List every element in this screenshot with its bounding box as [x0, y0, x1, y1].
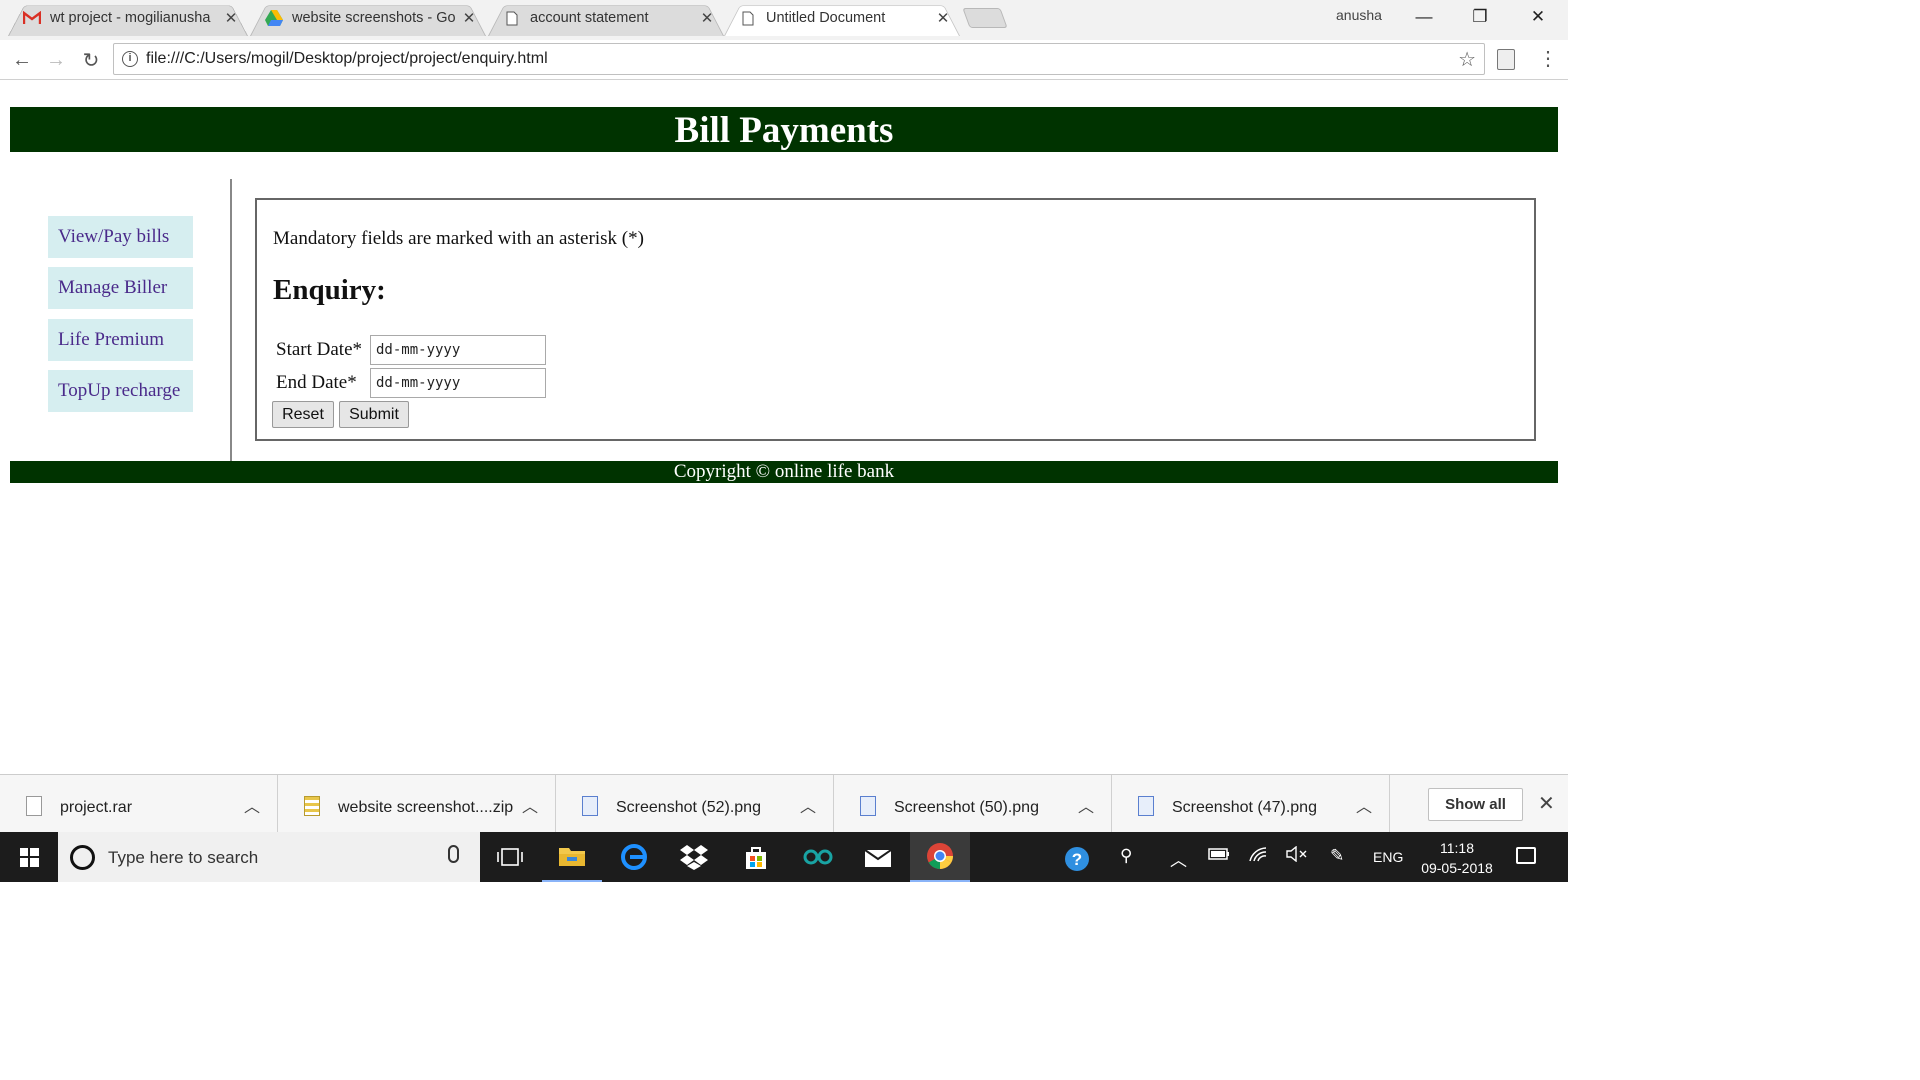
taskbar-search[interactable]: Type here to search: [58, 832, 480, 882]
submit-button[interactable]: Submit: [339, 401, 409, 428]
tab-gmail[interactable]: wt project - mogilianusha ✕: [8, 0, 248, 36]
close-tab-icon[interactable]: ✕: [222, 9, 240, 27]
clock-time: 11:18: [1440, 840, 1474, 856]
sidebar-item-manage-biller[interactable]: Manage Biller: [48, 267, 193, 309]
sidebar-item-view-pay-bills[interactable]: View/Pay bills: [48, 216, 193, 258]
start-date-input[interactable]: dd-mm-yyyy: [370, 335, 546, 365]
page-icon: [502, 8, 522, 28]
new-tab-button[interactable]: [962, 8, 1008, 28]
chevron-up-icon[interactable]: ︿: [1170, 846, 1187, 871]
info-icon[interactable]: i: [122, 51, 138, 67]
sidebar-nav: View/Pay bills Manage Biller Life Premiu…: [10, 179, 232, 461]
battery-icon[interactable]: [1208, 846, 1230, 866]
task-view-icon[interactable]: [480, 832, 540, 882]
arduino-icon[interactable]: [788, 832, 848, 882]
end-date-label: End Date*: [276, 372, 357, 393]
back-icon[interactable]: ←: [8, 46, 36, 74]
close-window-icon[interactable]: ✕: [1510, 0, 1566, 34]
download-shelf: project.rar ︿ website screenshot....zip …: [0, 774, 1568, 833]
dropbox-icon[interactable]: [664, 832, 724, 882]
tab-account-statement[interactable]: account statement ✕: [488, 0, 724, 36]
file-icon: [26, 796, 42, 816]
chevron-up-icon[interactable]: ︿: [800, 793, 816, 817]
help-icon[interactable]: ?: [1064, 846, 1090, 878]
url-text[interactable]: file:///C:/Users/mogil/Desktop/project/p…: [146, 50, 548, 68]
download-item[interactable]: Screenshot (50).png ︿: [834, 775, 1112, 833]
store-icon[interactable]: [726, 832, 786, 882]
enquiry-form: Mandatory fields are marked with an aste…: [255, 198, 1536, 441]
chevron-up-icon[interactable]: ︿: [1356, 793, 1372, 817]
taskbar: Type here to search ? ⚲ ︿ ✎ ENG 11:18 09…: [0, 832, 1568, 882]
svg-text:?: ?: [1072, 850, 1082, 869]
web-page: Bill Payments View/Pay bills Manage Bill…: [0, 81, 1568, 774]
chevron-up-icon[interactable]: ︿: [244, 793, 260, 817]
page-title: Bill Payments: [10, 107, 1558, 152]
sidebar-item-life-premium[interactable]: Life Premium: [48, 319, 193, 361]
image-icon: [582, 796, 598, 816]
close-tab-icon[interactable]: ✕: [698, 9, 716, 27]
mandatory-note: Mandatory fields are marked with an aste…: [273, 228, 644, 249]
tab-strip: wt project - mogilianusha ✕ website scre…: [0, 0, 1568, 40]
sidebar-item-topup-recharge[interactable]: TopUp recharge: [48, 370, 193, 412]
menu-kebab-icon[interactable]: ⋮: [1538, 46, 1558, 71]
tab-google-drive[interactable]: website screenshots - Go ✕: [250, 0, 486, 36]
download-item[interactable]: Screenshot (47).png ︿: [1112, 775, 1390, 833]
wifi-icon[interactable]: [1248, 846, 1268, 867]
extension-icon[interactable]: [1497, 49, 1515, 70]
reset-button[interactable]: Reset: [272, 401, 334, 428]
image-icon: [1138, 796, 1154, 816]
close-tab-icon[interactable]: ✕: [934, 9, 952, 27]
page-icon: [738, 8, 758, 28]
edge-browser-icon[interactable]: [604, 832, 664, 882]
file-explorer-icon[interactable]: [542, 832, 602, 882]
people-icon[interactable]: ⚲: [1120, 846, 1132, 866]
language-indicator[interactable]: ENG: [1373, 849, 1403, 865]
image-icon: [860, 796, 876, 816]
forward-icon[interactable]: →: [42, 46, 70, 74]
restore-icon[interactable]: ❐: [1452, 0, 1508, 34]
address-bar[interactable]: i file:///C:/Users/mogil/Desktop/project…: [113, 43, 1485, 75]
volume-muted-icon[interactable]: [1286, 845, 1308, 867]
end-date-input[interactable]: dd-mm-yyyy: [370, 368, 546, 398]
download-item[interactable]: Screenshot (52).png ︿: [556, 775, 834, 833]
start-button[interactable]: [0, 832, 58, 882]
search-placeholder: Type here to search: [108, 848, 259, 867]
chevron-up-icon[interactable]: ︿: [1078, 793, 1094, 817]
form-heading: Enquiry:: [273, 274, 386, 306]
bookmark-star-icon[interactable]: ☆: [1458, 47, 1476, 72]
chrome-icon[interactable]: [910, 832, 970, 882]
minimize-icon[interactable]: —: [1396, 0, 1452, 34]
show-all-button[interactable]: Show all: [1428, 788, 1523, 821]
chevron-up-icon[interactable]: ︿: [522, 793, 538, 817]
notification-icon[interactable]: [1516, 847, 1536, 864]
browser-toolbar: ← → ↻ i file:///C:/Users/mogil/Desktop/p…: [0, 40, 1568, 80]
gmail-icon: [22, 8, 42, 28]
close-icon[interactable]: ✕: [1538, 791, 1555, 816]
zip-icon: [304, 796, 320, 816]
pen-icon[interactable]: ✎: [1330, 846, 1344, 866]
google-drive-icon: [264, 8, 284, 28]
clock[interactable]: 11:18 09-05-2018: [1416, 838, 1498, 878]
start-date-label: Start Date*: [276, 339, 363, 360]
mail-icon[interactable]: [848, 832, 908, 882]
reload-icon[interactable]: ↻: [77, 46, 105, 74]
page-footer: Copyright © online life bank: [10, 461, 1558, 483]
clock-date: 09-05-2018: [1421, 860, 1493, 876]
download-item[interactable]: website screenshot....zip ︿: [278, 775, 556, 833]
windows-logo-icon: [19, 847, 39, 867]
close-tab-icon[interactable]: ✕: [460, 9, 478, 27]
tab-untitled-document[interactable]: Untitled Document ✕: [724, 0, 960, 36]
cortana-icon: [70, 845, 95, 870]
download-item[interactable]: project.rar ︿: [0, 775, 278, 833]
profile-name[interactable]: anusha: [1336, 7, 1382, 23]
microphone-icon[interactable]: [448, 845, 459, 863]
